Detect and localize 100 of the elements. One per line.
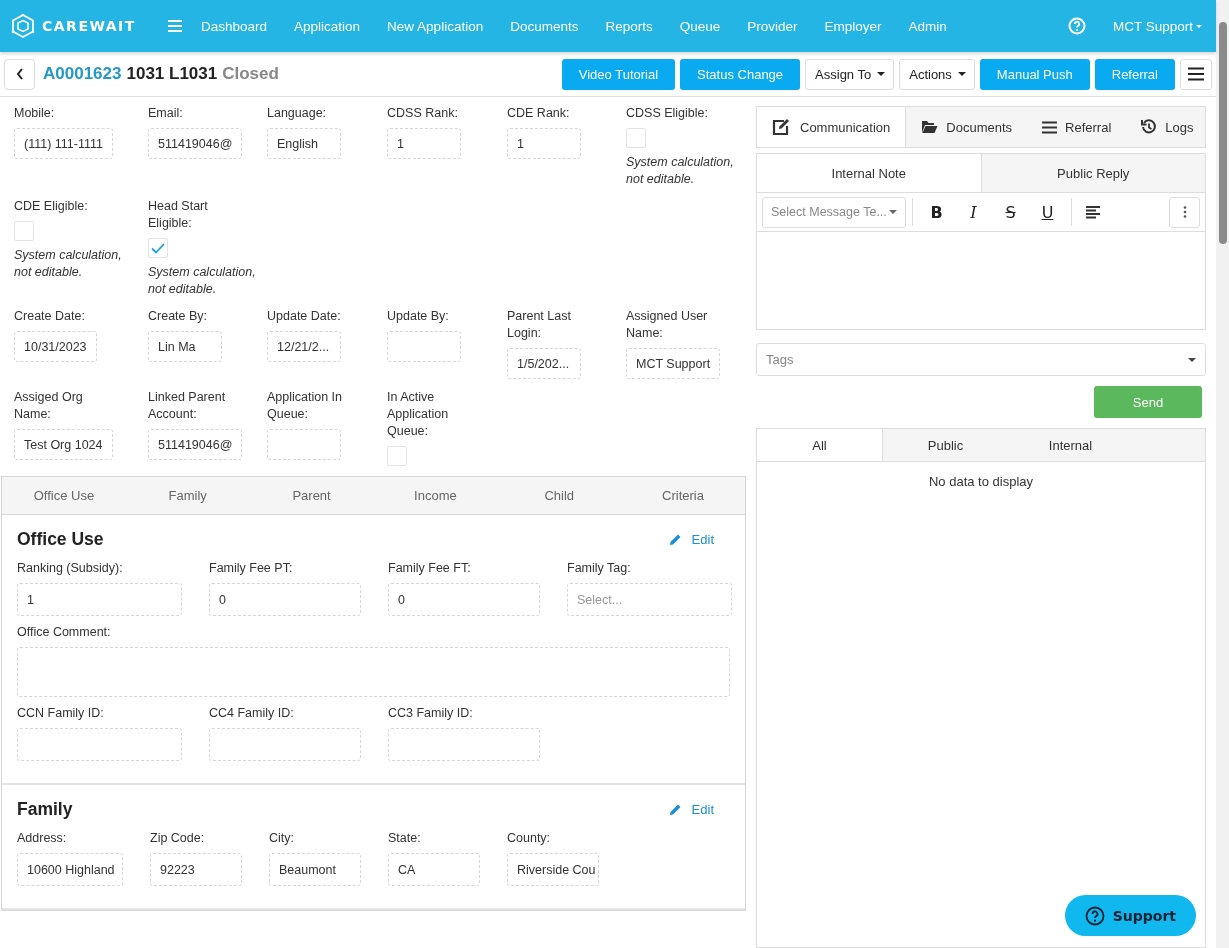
- format-button[interactable]: S: [993, 201, 1028, 223]
- field-label: CCN Family ID:: [17, 705, 105, 722]
- input-field[interactable]: 511419046@: [148, 429, 243, 460]
- section-tab[interactable]: Office Use: [2, 477, 126, 514]
- checkbox[interactable]: [626, 128, 646, 148]
- menu-icon[interactable]: [168, 20, 182, 32]
- helper-note: System calculation, not editable.: [14, 247, 123, 281]
- section-tab[interactable]: Child: [497, 477, 622, 514]
- input-field[interactable]: Beaumont: [269, 853, 361, 886]
- format-button[interactable]: I: [956, 201, 991, 223]
- input-field[interactable]: 92223: [150, 853, 242, 886]
- field-label: Ranking (Subsidy):: [17, 560, 124, 577]
- input-field[interactable]: 10600 Highland: [17, 853, 123, 886]
- field-label: Email:: [148, 105, 183, 122]
- field-label: Update Date:: [267, 308, 341, 325]
- pencil-icon: [668, 803, 682, 816]
- dropdown-button[interactable]: Actions: [899, 58, 975, 90]
- menu-icon: [1188, 67, 1204, 81]
- template-select[interactable]: Select Message Te...: [762, 196, 906, 228]
- scrollbar[interactable]: [1216, 0, 1229, 948]
- field-label: County:: [507, 830, 552, 847]
- application-status: Closed: [222, 64, 279, 84]
- section-tab[interactable]: Parent: [249, 477, 374, 514]
- panel-tab[interactable]: Referral: [1027, 107, 1127, 147]
- input-field[interactable]: Riverside Cou: [507, 853, 599, 886]
- input-field[interactable]: 1: [507, 128, 581, 159]
- edit-icon: [772, 118, 792, 136]
- back-button[interactable]: [4, 58, 35, 90]
- input-field[interactable]: [387, 331, 461, 362]
- field-label: CDE Eligible:: [14, 198, 88, 215]
- input-field[interactable]: Test Org 1024: [14, 429, 113, 460]
- field-label: Zip Code:: [150, 830, 206, 847]
- input-field[interactable]: CA: [388, 853, 480, 886]
- folder-icon: [921, 120, 939, 134]
- input-field[interactable]: 10/31/2023: [14, 331, 97, 362]
- field-label: Assigned User Name:: [626, 308, 709, 342]
- field-label: CC3 Family ID:: [388, 705, 474, 722]
- filter-tab[interactable]: Internal: [1008, 429, 1133, 461]
- filter-tab[interactable]: All: [757, 429, 883, 461]
- field-label: City:: [269, 830, 295, 847]
- field-label: Parent Last Login:: [507, 308, 572, 342]
- align-left-icon[interactable]: [1086, 205, 1100, 219]
- helper-note: System calculation, not editable.: [148, 264, 257, 298]
- message-editor[interactable]: Select Message Te... B I S U: [756, 193, 1206, 330]
- pencil-icon: [668, 533, 682, 546]
- edit-link[interactable]: Edit: [668, 802, 714, 817]
- input-field[interactable]: (111) 111-1111: [14, 128, 113, 159]
- dropdown-button[interactable]: Assign To: [805, 58, 895, 90]
- field-label: Family Fee FT:: [388, 560, 472, 577]
- field-label: Create By:: [148, 308, 208, 325]
- edit-link[interactable]: Edit: [668, 532, 714, 547]
- helper-note: System calculation, not editable.: [626, 154, 735, 188]
- input-field[interactable]: [17, 728, 182, 761]
- input-field[interactable]: [267, 429, 341, 460]
- field-label: CC4 Family ID:: [209, 705, 295, 722]
- brand-name: CAREWAIT: [42, 18, 136, 34]
- field-label: State:: [388, 830, 422, 847]
- more-button[interactable]: [1169, 196, 1200, 228]
- cube-logo-icon: [10, 13, 36, 39]
- input-field[interactable]: 511419046@: [148, 128, 243, 159]
- input-field[interactable]: 1/5/202...: [507, 348, 581, 379]
- input-field[interactable]: 1: [387, 128, 461, 159]
- field-label: Family Tag:: [567, 560, 632, 577]
- section-tab[interactable]: Income: [373, 477, 498, 514]
- checkbox[interactable]: [148, 238, 168, 258]
- input-field[interactable]: MCT Support: [626, 348, 721, 379]
- input-field[interactable]: Lin Ma: [148, 331, 222, 362]
- panel-tab[interactable]: Documents: [906, 107, 1028, 147]
- panel-tab[interactable]: Logs: [1126, 107, 1209, 147]
- section-tab[interactable]: Criteria: [621, 477, 745, 514]
- format-button[interactable]: B: [919, 201, 954, 223]
- comment-field[interactable]: [17, 647, 730, 697]
- input-field[interactable]: 0: [388, 583, 540, 616]
- input-field[interactable]: English: [267, 128, 341, 159]
- input-field[interactable]: 0: [209, 583, 361, 616]
- format-button[interactable]: U: [1030, 201, 1065, 223]
- field-label: Create Date:: [14, 308, 85, 325]
- input-field[interactable]: [209, 728, 361, 761]
- input-field[interactable]: 1: [17, 583, 182, 616]
- field-label: Mobile:: [14, 105, 55, 122]
- compose-tab[interactable]: Internal Note: [757, 154, 982, 192]
- section-tab[interactable]: Family: [125, 477, 250, 514]
- support-button[interactable]: Support: [1064, 895, 1196, 936]
- compose-tab[interactable]: Public Reply: [981, 154, 1205, 192]
- help-icon[interactable]: [1067, 17, 1086, 35]
- field-label: Linked Parent Account:: [148, 389, 227, 423]
- field-label: Family Fee PT:: [209, 560, 294, 577]
- help-icon: [1084, 905, 1105, 926]
- checkbox[interactable]: [14, 221, 34, 241]
- chevron-left-icon: [15, 68, 24, 80]
- empty-message: No data to display: [927, 473, 1035, 489]
- tags-select[interactable]: Tags: [756, 343, 1206, 376]
- menu-button[interactable]: [1180, 58, 1212, 90]
- input-field[interactable]: 12/21/2...: [267, 331, 341, 362]
- filter-tab[interactable]: Public: [883, 429, 1008, 461]
- checkbox[interactable]: [387, 446, 407, 466]
- more-vertical-icon: [1182, 206, 1187, 218]
- section-title: Family: [17, 799, 73, 820]
- input-field[interactable]: [388, 728, 540, 761]
- panel-tab[interactable]: Communication: [757, 107, 907, 147]
